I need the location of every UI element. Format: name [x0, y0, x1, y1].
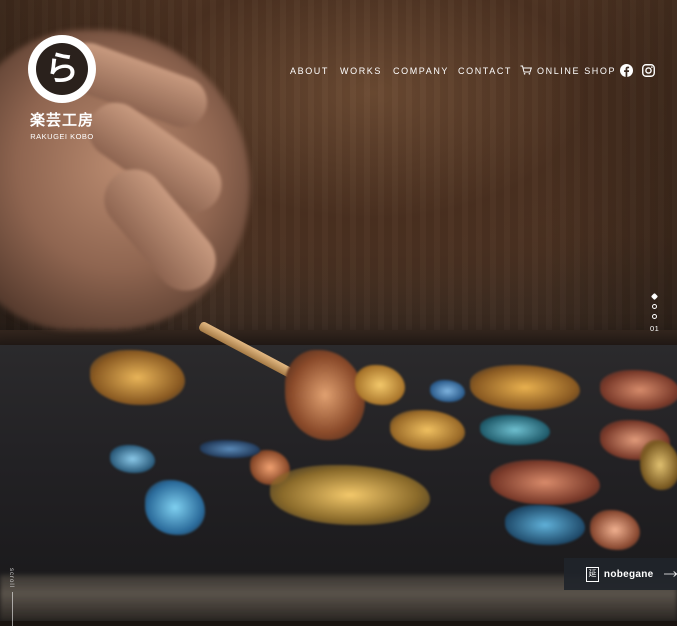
nav-item-company[interactable]: COMPANY: [393, 64, 449, 78]
nav-item-works[interactable]: WORKS: [340, 64, 382, 78]
slider-dot-2[interactable]: [651, 304, 657, 309]
scroll-label: scroll: [8, 568, 14, 589]
instagram-icon: [642, 64, 655, 77]
slider-pagination: 01: [650, 292, 660, 333]
instagram-link[interactable]: [642, 64, 655, 77]
online-shop-label: ONLINE SHOP: [537, 66, 617, 76]
metal-leaf: [640, 440, 677, 490]
cart-icon: [520, 65, 532, 75]
facebook-link[interactable]: [620, 64, 633, 77]
logo-name-en: RAKUGEI KOBO: [30, 132, 94, 141]
nav-item-online-shop[interactable]: ONLINE SHOP: [520, 64, 616, 78]
scroll-indicator: scroll: [8, 568, 16, 626]
slider-dot-3[interactable]: [651, 314, 657, 319]
slide-number: 01: [650, 324, 660, 333]
nav-item-contact[interactable]: CONTACT: [458, 64, 512, 78]
nobegane-kanji-icon: 延: [586, 566, 599, 582]
facebook-icon: [620, 64, 633, 77]
site-logo[interactable]: ら 楽芸工房 RAKUGEI KOBO: [24, 35, 100, 141]
nobegane-button[interactable]: 延 nobegane: [564, 558, 677, 590]
arrow-right-icon: [663, 571, 677, 577]
nobegane-label: nobegane: [603, 568, 654, 580]
nav-item-about[interactable]: ABOUT: [290, 64, 329, 78]
metal-leaf: [430, 380, 465, 402]
logo-name-jp: 楽芸工房: [29, 111, 94, 129]
slider-dot-1[interactable]: [650, 292, 658, 301]
metal-leaf: [200, 440, 260, 458]
main-nav: ABOUT WORKS COMPANY CONTACT ONLINE SHOP: [0, 64, 677, 80]
hero-image: [0, 0, 677, 621]
